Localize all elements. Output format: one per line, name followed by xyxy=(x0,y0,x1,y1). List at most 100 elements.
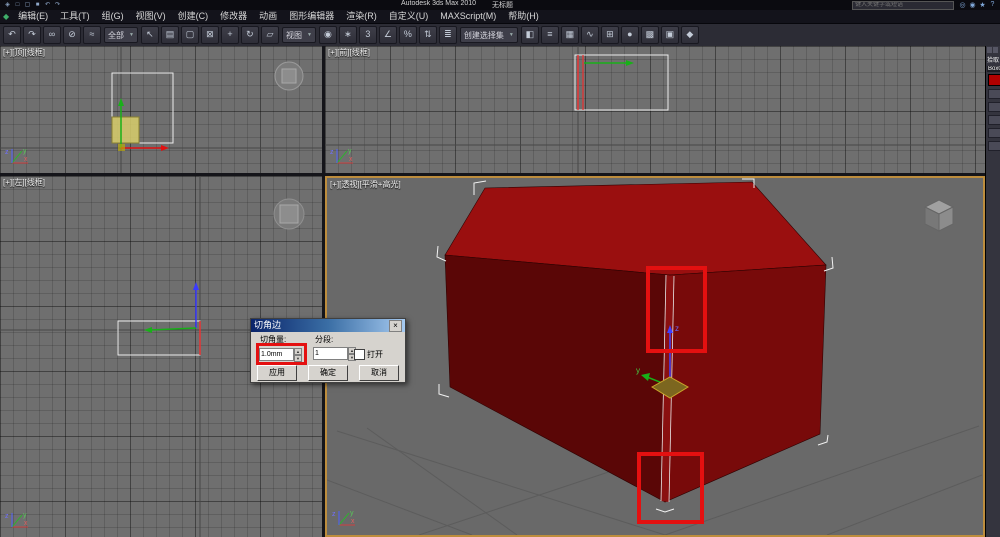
spinner-up-icon[interactable]: ▲ xyxy=(294,348,302,355)
panel-button[interactable] xyxy=(988,115,1000,125)
command-panel-tab[interactable] xyxy=(993,47,998,53)
chevron-down-icon: ▼ xyxy=(509,32,514,38)
box-right-face[interactable] xyxy=(665,265,826,502)
menu-item[interactable]: MAXScript(M) xyxy=(434,10,502,23)
align-icon[interactable]: ≡ xyxy=(541,26,559,44)
open-file-icon[interactable]: ▢ xyxy=(23,1,32,9)
angle-snap-icon[interactable]: ∠ xyxy=(379,26,397,44)
segments-control: 1 ▲ ▼ xyxy=(313,347,356,360)
favorites-icon[interactable]: ★ xyxy=(978,1,987,9)
schematic-view-icon[interactable]: ⊞ xyxy=(601,26,619,44)
world-axis-tripod: x y z xyxy=(2,509,32,535)
reference-coordinate-combo[interactable]: 视图 ▼ xyxy=(282,27,316,43)
select-and-link-icon[interactable]: ∞ xyxy=(43,26,61,44)
infocenter-search-input[interactable] xyxy=(852,1,954,10)
app-title-text: Autodesk 3ds Max 2010 xyxy=(401,0,476,10)
viewport-perspective[interactable]: [+][透视][平滑+高光] xyxy=(325,176,985,537)
application-menu-icon[interactable]: ◈ xyxy=(3,1,12,9)
render-setup-icon[interactable]: ▩ xyxy=(641,26,659,44)
selection-filter-combo[interactable]: 全部 ▼ xyxy=(104,27,138,43)
app-logo-icon: ◆ xyxy=(3,12,9,21)
menu-item[interactable]: 修改器 xyxy=(214,10,253,23)
menu-item[interactable]: 编辑(E) xyxy=(12,10,54,23)
panel-button[interactable] xyxy=(988,128,1000,138)
menu-item[interactable]: 工具(T) xyxy=(54,10,96,23)
viewport-left-label[interactable]: [+][左][线框] xyxy=(3,177,45,188)
snap-toggle-icon[interactable]: 3 xyxy=(359,26,377,44)
undo-icon[interactable]: ↶ xyxy=(3,26,21,44)
unlink-selection-icon[interactable]: ⊘ xyxy=(63,26,81,44)
layer-manager-icon[interactable]: ▦ xyxy=(561,26,579,44)
viewport-front[interactable]: [+][前][线框] x y z xyxy=(325,46,985,173)
select-by-name-icon[interactable]: ▤ xyxy=(161,26,179,44)
spinner-snap-icon[interactable]: ⇅ xyxy=(419,26,437,44)
mirror-icon[interactable]: ◧ xyxy=(521,26,539,44)
segments-field[interactable]: 1 xyxy=(313,347,348,360)
menu-item[interactable]: 渲染(R) xyxy=(340,10,383,23)
object-color-swatch[interactable] xyxy=(988,74,1000,86)
use-pivot-center-icon[interactable]: ◉ xyxy=(319,26,337,44)
chamfer-amount-field[interactable]: 1.0mm xyxy=(259,348,294,361)
viewcube-face[interactable] xyxy=(282,69,296,83)
menu-item[interactable]: 图形编辑器 xyxy=(283,10,340,23)
panel-button[interactable] xyxy=(988,141,1000,151)
select-object-icon[interactable]: ↖ xyxy=(141,26,159,44)
select-and-manipulate-icon[interactable]: ∗ xyxy=(339,26,357,44)
panel-button[interactable] xyxy=(988,102,1000,112)
help-icon[interactable]: ? xyxy=(988,1,997,9)
percent-snap-icon[interactable]: % xyxy=(399,26,417,44)
redo-icon[interactable]: ↷ xyxy=(53,1,62,9)
save-file-icon[interactable]: ■ xyxy=(33,1,42,9)
search-icon[interactable]: ◎ xyxy=(958,1,967,9)
panel-button[interactable] xyxy=(988,89,1000,99)
cancel-button[interactable]: 取消 xyxy=(359,365,399,381)
viewport-front-label[interactable]: [+][前][线框] xyxy=(328,47,370,58)
box-left-face[interactable] xyxy=(445,255,670,502)
viewport-top-label[interactable]: [+][顶][线框] xyxy=(3,47,45,58)
selection-region-icon[interactable]: ▢ xyxy=(181,26,199,44)
ok-button[interactable]: 确定 xyxy=(308,365,348,381)
object-name-field[interactable]: Box0 xyxy=(987,66,1000,72)
viewport-top[interactable]: [+][顶][线框] x y z xyxy=(0,46,322,173)
reference-coordinate-value: 视图 xyxy=(286,30,302,41)
material-editor-icon[interactable]: ● xyxy=(621,26,639,44)
pick-label[interactable]: 拾取 xyxy=(986,54,1000,65)
viewcube-face[interactable] xyxy=(280,205,298,223)
box-wireframe-left-view[interactable] xyxy=(118,321,200,355)
menu-item[interactable]: 视图(V) xyxy=(130,10,172,23)
named-selection-sets-combo[interactable]: 创建选择集 ▼ xyxy=(460,27,518,43)
select-and-scale-icon[interactable]: ▱ xyxy=(261,26,279,44)
svg-text:x: x xyxy=(24,520,28,527)
viewcube[interactable] xyxy=(274,199,304,229)
viewcube[interactable] xyxy=(275,62,303,90)
world-axis-tripod: x y z xyxy=(2,145,32,171)
menu-item[interactable]: 组(G) xyxy=(96,10,130,23)
redo-icon[interactable]: ↷ xyxy=(23,26,41,44)
select-and-rotate-icon[interactable]: ↻ xyxy=(241,26,259,44)
named-selection-sets-icon[interactable]: ≣ xyxy=(439,26,457,44)
curve-editor-icon[interactable]: ∿ xyxy=(581,26,599,44)
dialog-titlebar[interactable]: 切角边 × xyxy=(251,319,405,332)
select-and-move-icon[interactable]: + xyxy=(221,26,239,44)
spinner-down-icon[interactable]: ▼ xyxy=(294,355,302,362)
menu-item[interactable]: 帮助(H) xyxy=(502,10,545,23)
rendered-frame-icon[interactable]: ▣ xyxy=(661,26,679,44)
render-production-icon[interactable]: ◆ xyxy=(681,26,699,44)
gizmo-arrowhead xyxy=(626,60,634,66)
menu-item[interactable]: 创建(C) xyxy=(172,10,215,23)
window-crossing-icon[interactable]: ⊠ xyxy=(201,26,219,44)
new-scene-icon[interactable]: □ xyxy=(13,1,22,9)
chamfer-amount-spinner[interactable]: ▲ ▼ xyxy=(294,348,302,361)
apply-button[interactable]: 应用 xyxy=(257,365,297,381)
viewport-perspective-label[interactable]: [+][透视][平滑+高光] xyxy=(330,179,401,190)
open-checkbox[interactable] xyxy=(354,349,365,360)
viewcube[interactable] xyxy=(925,200,953,231)
communication-center-icon[interactable]: ◉ xyxy=(968,1,977,9)
svg-text:z: z xyxy=(330,149,334,156)
command-panel-tab[interactable] xyxy=(987,47,992,53)
undo-icon[interactable]: ↶ xyxy=(43,1,52,9)
close-icon[interactable]: × xyxy=(389,320,402,332)
menu-item[interactable]: 自定义(U) xyxy=(383,10,435,23)
bind-to-space-warp-icon[interactable]: ≈ xyxy=(83,26,101,44)
menu-item[interactable]: 动画 xyxy=(253,10,283,23)
